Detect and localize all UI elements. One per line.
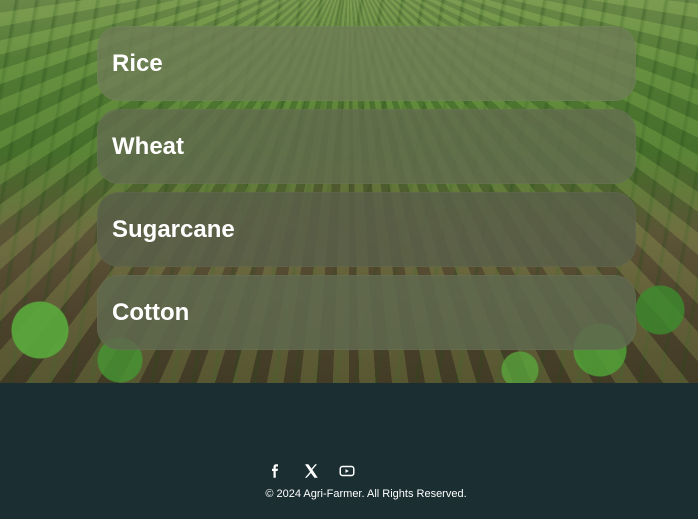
crop-list: Rice Wheat Sugarcane Cotton bbox=[97, 26, 636, 358]
social-links bbox=[266, 462, 356, 480]
crop-label: Wheat bbox=[112, 132, 184, 160]
crop-card-cotton[interactable]: Cotton bbox=[97, 275, 636, 350]
x-icon[interactable] bbox=[302, 462, 320, 480]
crop-label: Rice bbox=[112, 49, 163, 77]
crop-card-sugarcane[interactable]: Sugarcane bbox=[97, 192, 636, 267]
crop-label: Cotton bbox=[112, 298, 190, 326]
facebook-icon[interactable] bbox=[266, 462, 284, 480]
crop-label: Sugarcane bbox=[112, 215, 235, 243]
crop-card-rice[interactable]: Rice bbox=[97, 26, 636, 101]
footer: © 2024 Agri-Farmer. All Rights Reserved. bbox=[0, 383, 698, 519]
copyright-text: © 2024 Agri-Farmer. All Rights Reserved. bbox=[265, 488, 467, 500]
crop-card-wheat[interactable]: Wheat bbox=[97, 109, 636, 184]
youtube-icon[interactable] bbox=[338, 462, 356, 480]
